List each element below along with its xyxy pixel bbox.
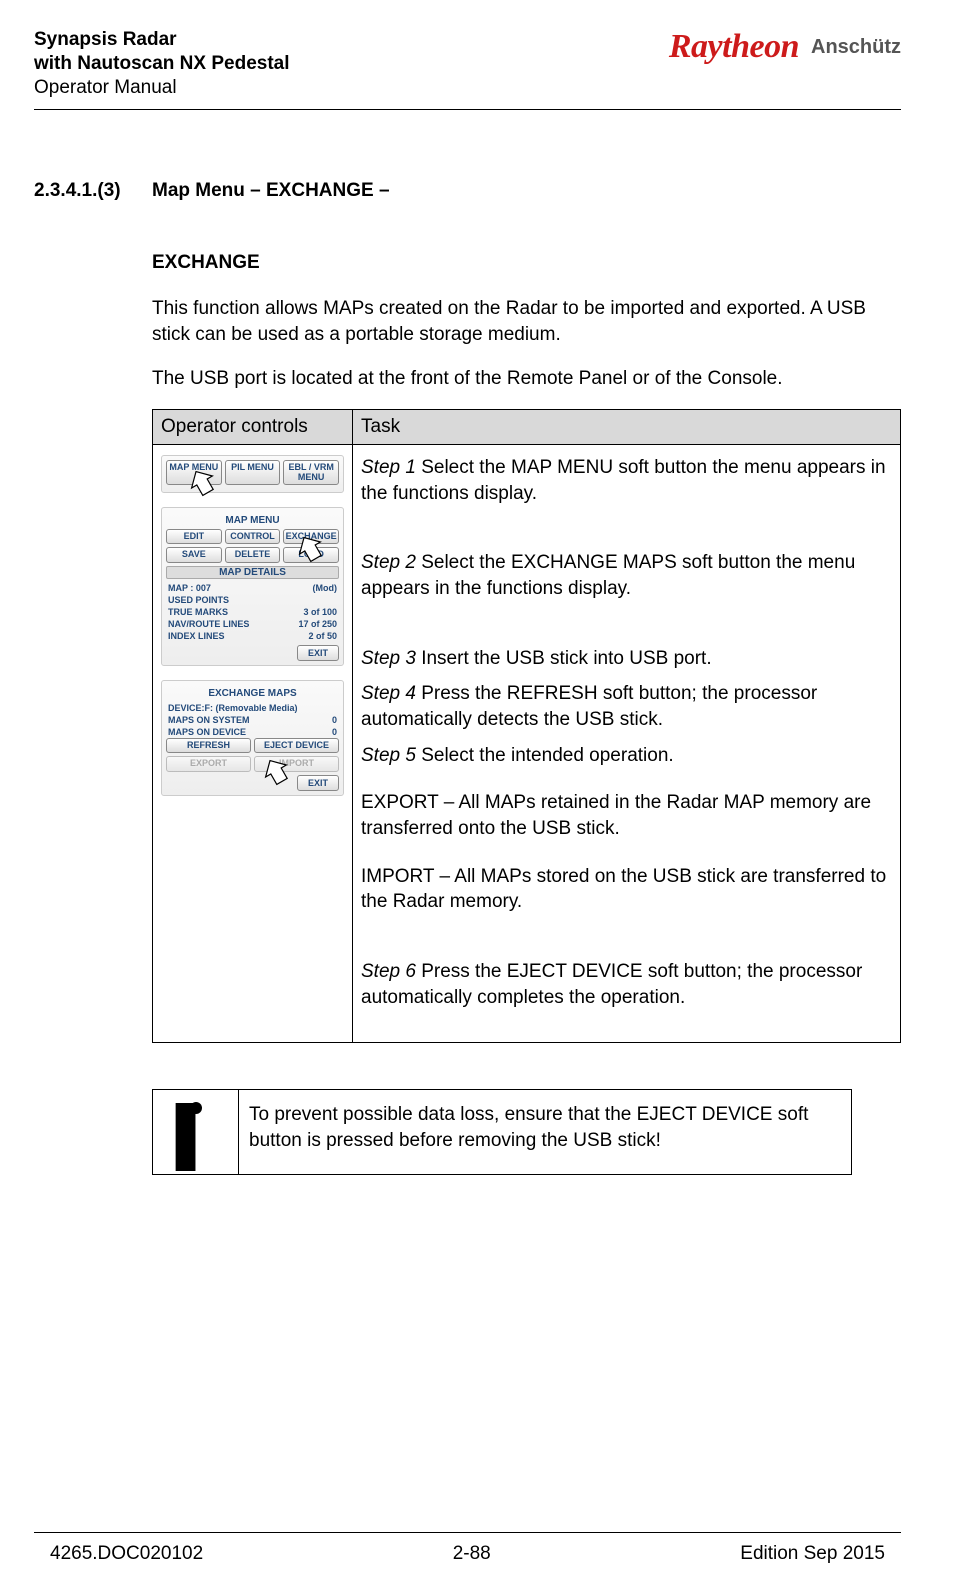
section-title: Map Menu – EXCHANGE –	[152, 180, 390, 202]
panel-map-menu: MAP MENU EDIT CONTROL EXCHANGE SAVE DELE…	[161, 507, 344, 666]
step-2: Step 2 Select the EXCHANGE MAPS soft but…	[361, 550, 892, 601]
panel-exchange-maps: EXCHANGE MAPS DEVICE:F: (Removable Media…	[161, 680, 344, 796]
save-button[interactable]: SAVE	[166, 547, 222, 562]
index-lines-row: INDEX LINES2 of 50	[166, 630, 339, 642]
panel-top-menu: MAP MENU PIL MENU EBL / VRM MENU	[161, 455, 344, 493]
brand-logo: Raytheon Anschütz	[669, 28, 901, 66]
footer-page-number: 2-88	[453, 1543, 491, 1565]
true-marks-row: TRUE MARKS3 of 100	[166, 606, 339, 618]
doc-title-2: with Nautoscan NX Pedestal	[34, 52, 290, 76]
info-icon: ▌	[163, 1102, 228, 1159]
step-3: Step 3 Insert the USB stick into USB por…	[361, 646, 892, 672]
exit-button[interactable]: EXIT	[297, 645, 339, 661]
nav-route-row: NAV/ROUTE LINES17 of 250	[166, 618, 339, 630]
raytheon-logo: Raytheon	[669, 28, 799, 66]
used-points-row: USED POINTS	[166, 594, 339, 606]
edit-button[interactable]: EDIT	[166, 529, 222, 544]
refresh-button[interactable]: REFRESH	[166, 738, 251, 753]
info-icon-cell: ▌	[153, 1090, 239, 1175]
th-operator-controls: Operator controls	[153, 410, 353, 445]
footer-rule	[34, 1532, 901, 1533]
device-row: DEVICE:F: (Removable Media)	[166, 702, 339, 714]
page-header: Synapsis Radar with Nautoscan NX Pedesta…	[34, 28, 901, 99]
pointer-arrow-icon	[184, 470, 224, 504]
step-6: Step 6 Press the EJECT DEVICE soft butto…	[361, 959, 892, 1010]
step-4: Step 4 Press the REFRESH soft button; th…	[361, 681, 892, 732]
anschutz-logo: Anschütz	[811, 36, 901, 59]
control-button[interactable]: CONTROL	[225, 529, 281, 544]
pointer-arrow-icon	[258, 759, 302, 797]
import-desc: IMPORT – All MAPs stored on the USB stic…	[361, 864, 892, 915]
exchange-p2: The USB port is located at the front of …	[152, 366, 901, 392]
export-button[interactable]: EXPORT	[166, 756, 251, 771]
step-5: Step 5 Select the intended operation.	[361, 743, 892, 769]
doc-title-block: Synapsis Radar with Nautoscan NX Pedesta…	[34, 28, 290, 99]
operator-controls-cell: MAP MENU PIL MENU EBL / VRM MENU MAP MEN…	[153, 445, 353, 1043]
ebl-vrm-menu-button[interactable]: EBL / VRM MENU	[283, 460, 339, 485]
maps-device-row: MAPS ON DEVICE0	[166, 726, 339, 738]
doc-title-3: Operator Manual	[34, 76, 290, 100]
maps-system-row: MAPS ON SYSTEM0	[166, 714, 339, 726]
map-row: MAP : 007(Mod)	[166, 582, 339, 594]
th-task: Task	[353, 410, 901, 445]
pil-menu-button[interactable]: PIL MENU	[225, 460, 281, 485]
map-menu-title: MAP MENU	[166, 515, 339, 526]
export-desc: EXPORT – All MAPs retained in the Radar …	[361, 790, 892, 841]
section-number: 2.3.4.1.(3)	[34, 180, 126, 202]
exchange-p1: This function allows MAPs created on the…	[152, 296, 901, 347]
delete-button[interactable]: DELETE	[225, 547, 281, 562]
pointer-arrow-icon	[292, 536, 332, 570]
task-cell: Step 1 Select the MAP MENU soft button t…	[353, 445, 901, 1043]
footer-doc-id: 4265.DOC020102	[50, 1543, 203, 1565]
section-heading: 2.3.4.1.(3) Map Menu – EXCHANGE –	[34, 180, 901, 202]
exchange-heading: EXCHANGE	[152, 252, 901, 274]
step-1: Step 1 Select the MAP MENU soft button t…	[361, 455, 892, 506]
task-table: Operator controls Task MAP MENU PIL MENU…	[152, 409, 901, 1043]
exit-button[interactable]: EXIT	[297, 775, 339, 791]
doc-title-1: Synapsis Radar	[34, 28, 290, 52]
page-footer: 4265.DOC020102 2-88 Edition Sep 2015	[34, 1532, 901, 1565]
footer-edition: Edition Sep 2015	[740, 1543, 885, 1565]
info-text: To prevent possible data loss, ensure th…	[239, 1090, 852, 1175]
info-note: ▌ To prevent possible data loss, ensure …	[152, 1089, 852, 1175]
eject-device-button[interactable]: EJECT DEVICE	[254, 738, 339, 753]
exchange-maps-title: EXCHANGE MAPS	[166, 688, 339, 699]
